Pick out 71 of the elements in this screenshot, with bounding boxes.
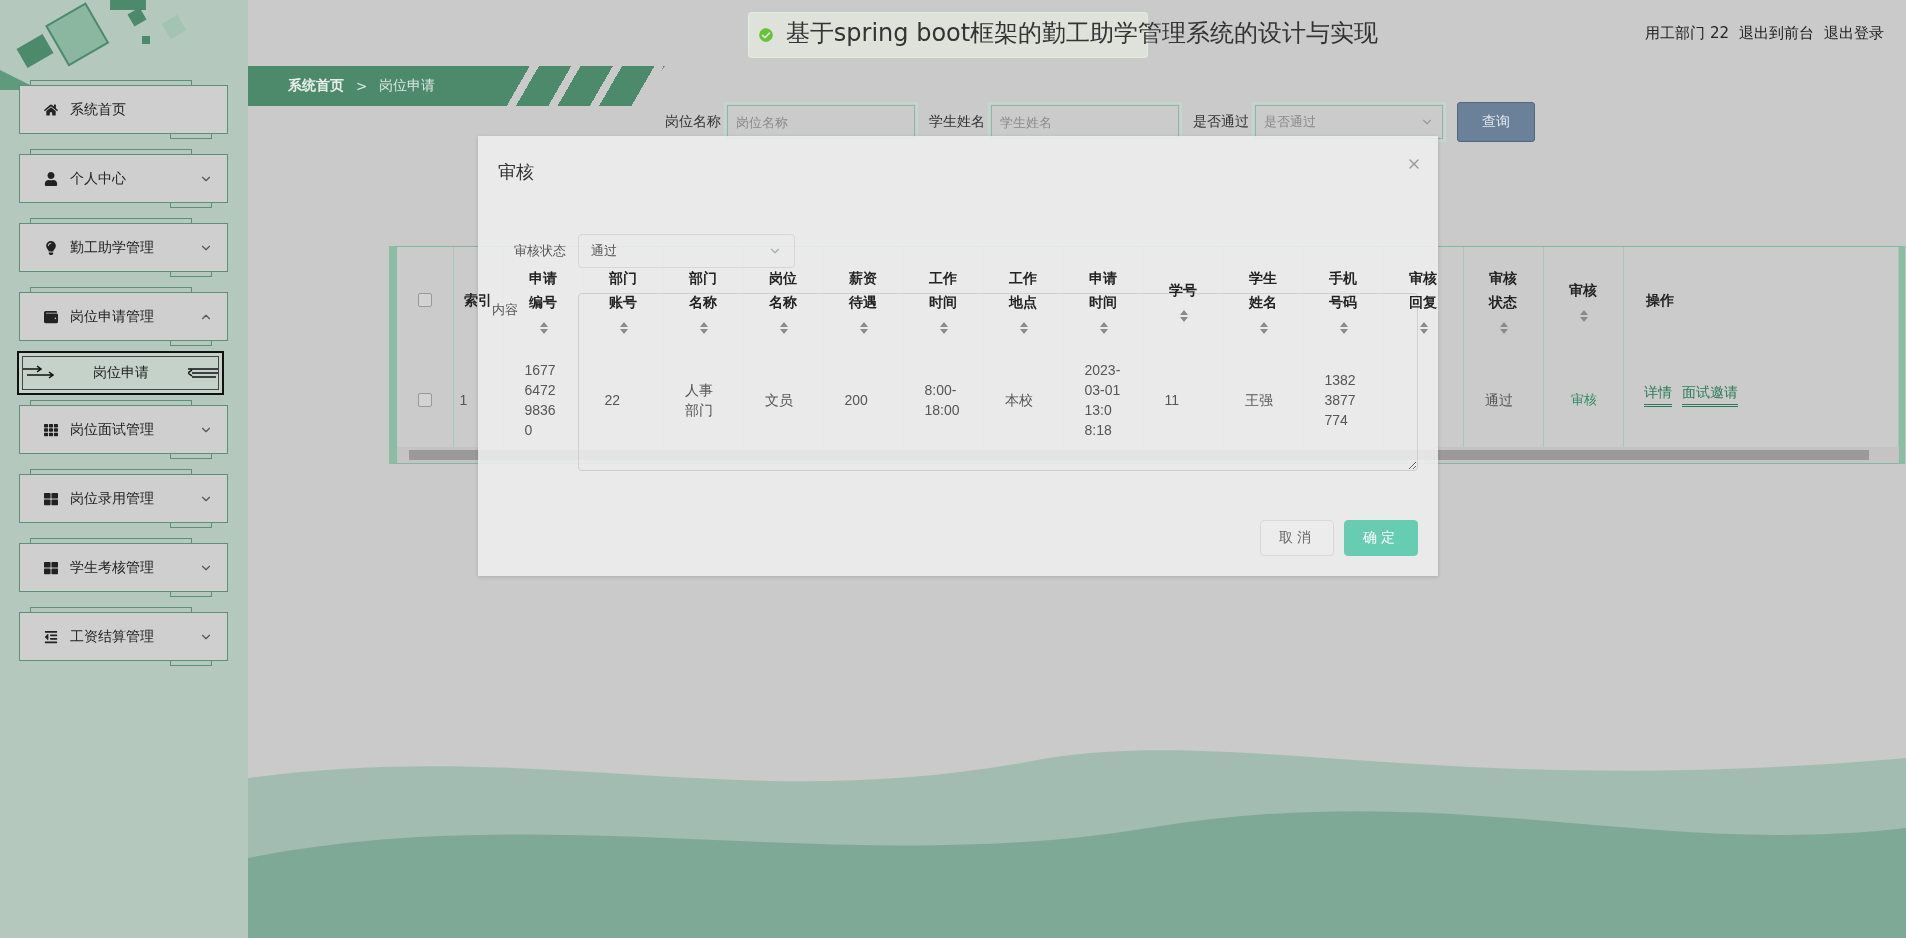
column-header: 岗位名称 bbox=[768, 269, 799, 312]
sort-icon[interactable] bbox=[1099, 322, 1108, 334]
field-label: 内容 bbox=[492, 301, 518, 319]
table-cell-text: 本校 bbox=[1004, 391, 1034, 410]
input-field[interactable]: 岗位名称 bbox=[727, 105, 915, 139]
table-cell-text: 11 bbox=[1164, 391, 1181, 410]
arrows-icon bbox=[188, 365, 218, 381]
user-label: 用工部门 22 bbox=[1645, 23, 1729, 43]
column-header: 审核 bbox=[1568, 281, 1599, 300]
table-cell-text: 8:00-18:00 bbox=[924, 381, 961, 420]
wallet-icon bbox=[44, 309, 58, 324]
sort-icon[interactable] bbox=[1579, 310, 1588, 322]
column-header: 手机号码 bbox=[1328, 269, 1359, 312]
column-header: 申请时间 bbox=[1088, 269, 1119, 312]
column-header: 部门名称 bbox=[688, 269, 719, 312]
check-icon bbox=[759, 28, 773, 42]
column-header: 学生姓名 bbox=[1248, 269, 1279, 312]
field-label: 是否通过 bbox=[1193, 113, 1249, 131]
grid-icon bbox=[44, 422, 58, 437]
sort-icon[interactable] bbox=[939, 322, 948, 334]
input-field[interactable]: 学生姓名 bbox=[991, 105, 1179, 139]
sort-icon[interactable] bbox=[1259, 322, 1268, 334]
column-header: 申请编号 bbox=[528, 269, 559, 312]
sort-icon[interactable] bbox=[1339, 322, 1348, 334]
sort-icon[interactable] bbox=[859, 322, 868, 334]
table-cell-text: 2023-03-01 13:08:18 bbox=[1084, 361, 1122, 440]
column-header: 审核状态 bbox=[1487, 269, 1519, 312]
column-header: 学号 bbox=[1168, 281, 1199, 300]
grid-icon bbox=[44, 560, 58, 575]
field-label: 学生姓名 bbox=[929, 113, 985, 131]
sort-icon[interactable] bbox=[779, 322, 788, 334]
dialog-title: 审核 bbox=[498, 160, 534, 184]
column-header: 索引 bbox=[463, 291, 493, 310]
sort-icon[interactable] bbox=[619, 322, 628, 334]
cancel-button[interactable]: 取消 bbox=[1260, 520, 1334, 556]
select-field[interactable]: 通过 bbox=[578, 234, 795, 268]
field-label: 岗位名称 bbox=[665, 113, 721, 131]
column-header: 工作时间 bbox=[928, 269, 959, 312]
grid-icon bbox=[44, 491, 58, 506]
sort-icon[interactable] bbox=[1019, 322, 1028, 334]
home-icon bbox=[44, 102, 58, 117]
column-header: 操作 bbox=[1644, 291, 1675, 310]
sort-icon[interactable] bbox=[1419, 322, 1428, 334]
field-label: 审核状态 bbox=[514, 242, 566, 260]
page-title: 基于spring boot框架的勤工助学管理系统的设计与实现 bbox=[785, 18, 1379, 49]
checkbox[interactable] bbox=[418, 293, 432, 307]
sort-icon[interactable] bbox=[1499, 322, 1508, 334]
column-header: 部门账号 bbox=[608, 269, 639, 312]
sort-icon[interactable] bbox=[1179, 310, 1188, 322]
column-header: 审核回复 bbox=[1408, 269, 1439, 312]
header-link[interactable]: 退出到前台 bbox=[1739, 23, 1814, 43]
list-icon bbox=[44, 629, 58, 644]
table-cell-text: 文员 bbox=[764, 391, 794, 410]
sort-icon[interactable] bbox=[539, 322, 548, 334]
table-cell-text: 王强 bbox=[1244, 391, 1274, 410]
table-cell-text: 200 bbox=[844, 391, 869, 410]
column-header: 薪资待遇 bbox=[848, 269, 879, 312]
column-header: 工作地点 bbox=[1007, 269, 1039, 312]
breadcrumb-separator: > bbox=[356, 78, 368, 94]
lightbulb-icon bbox=[44, 240, 58, 255]
table-cell-text: 1 bbox=[459, 391, 469, 410]
table-cell-text: 人事部门 bbox=[684, 381, 714, 420]
header-link[interactable]: 退出登录 bbox=[1824, 23, 1884, 43]
table-cell-text: 通过 bbox=[1484, 391, 1514, 410]
table-cell-text: 1677647298360 bbox=[524, 361, 557, 440]
table-cell-text: 13823877774 bbox=[1324, 371, 1357, 430]
table-cell-text: 22 bbox=[604, 391, 622, 410]
sidebar-submenu-item[interactable]: 岗位申请 bbox=[17, 351, 224, 395]
checkbox[interactable] bbox=[418, 393, 432, 407]
sort-icon[interactable] bbox=[699, 322, 708, 334]
user-icon bbox=[44, 171, 58, 186]
